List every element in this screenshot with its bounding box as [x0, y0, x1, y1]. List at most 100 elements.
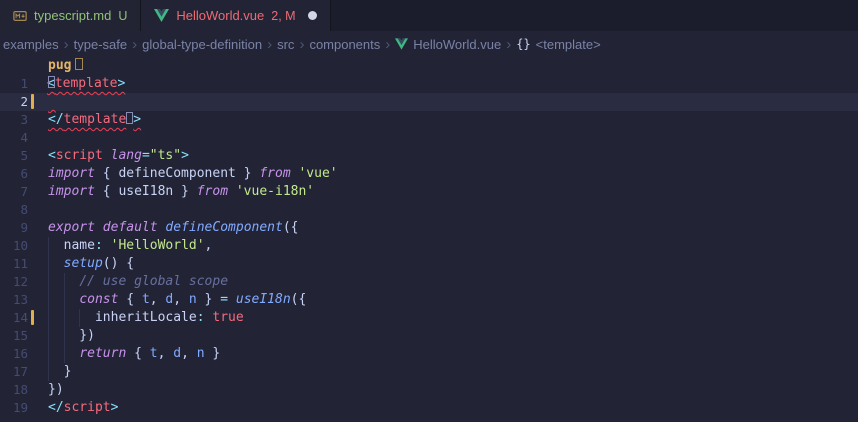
code-line-content[interactable]: const { t, d, n } = useI18n({	[46, 291, 858, 309]
code-line-content[interactable]	[46, 129, 858, 147]
unsaved-dot-icon[interactable]	[308, 11, 317, 20]
code-area[interactable]: pug 1 <template> 2 3</template> 45 <script la…	[0, 57, 858, 422]
gutter[interactable]: 11	[0, 255, 46, 273]
gutter[interactable]: 3	[0, 111, 46, 129]
gutter[interactable]: 8	[0, 201, 46, 219]
line-number: 1	[20, 75, 28, 93]
gutter	[0, 57, 46, 75]
code-line-content[interactable]: import { useI18n } from 'vue-i18n'	[46, 183, 858, 201]
tab-helloworld-vue[interactable]: HelloWorld.vue 2, M	[141, 0, 330, 31]
gutter[interactable]: 17	[0, 363, 46, 381]
code-line-content[interactable]: export default defineComponent({	[46, 219, 858, 237]
indent-guide	[64, 273, 65, 363]
chevron-right-icon: ›	[267, 37, 272, 52]
tab-label: HelloWorld.vue	[176, 8, 264, 23]
gutter[interactable]: 19	[0, 399, 46, 417]
breadcrumb-item-examples[interactable]: examples	[3, 37, 59, 52]
markdown-icon	[13, 9, 27, 23]
line-number: 8	[20, 201, 28, 219]
code-line-12: 12 // use global scope	[0, 273, 858, 291]
gutter[interactable]: 2	[0, 93, 46, 111]
code-token: name	[48, 238, 95, 253]
code-token: script	[64, 400, 111, 415]
code-line-content[interactable]: setup() {	[46, 255, 858, 273]
code-token: }	[197, 292, 220, 307]
problems-modified-badge: 2, M	[271, 9, 295, 23]
breadcrumb-item-global-type-definition[interactable]: global-type-definition	[142, 37, 262, 52]
code-token: n	[197, 346, 205, 361]
code-line-1: 1 <template>	[0, 75, 858, 93]
code-token: inheritLocale	[48, 310, 197, 325]
gutter[interactable]: 14	[0, 309, 46, 327]
gutter[interactable]: 15	[0, 327, 46, 345]
gutter[interactable]: 12	[0, 273, 46, 291]
vue-icon	[395, 38, 408, 50]
code-line-8: 8	[0, 201, 858, 219]
code-token: ,	[181, 346, 197, 361]
gutter[interactable]: 7	[0, 183, 46, 201]
code-line-content[interactable]	[46, 93, 858, 111]
code-line-content[interactable]: import { defineComponent } from 'vue'	[46, 165, 858, 183]
line-number: 10	[13, 237, 28, 255]
gutter[interactable]: 18	[0, 381, 46, 399]
code-line-4: 4	[0, 129, 858, 147]
code-token: defineComponent	[165, 220, 282, 235]
code-line-content[interactable]: </script>	[46, 399, 858, 417]
gutter[interactable]: 4	[0, 129, 46, 147]
code-token: ,	[158, 346, 174, 361]
gutter[interactable]: 10	[0, 237, 46, 255]
gutter[interactable]: 9	[0, 219, 46, 237]
code-line-content[interactable]: name: 'HelloWorld',	[46, 237, 858, 255]
modified-line-marker	[31, 310, 34, 325]
breadcrumb-item-type-safe[interactable]: type-safe	[74, 37, 127, 52]
line-number: 2	[20, 93, 28, 111]
code-line-content[interactable]: })	[46, 381, 858, 399]
line-number: 5	[20, 147, 28, 165]
code-line-content[interactable]: // use global scope	[46, 273, 858, 291]
breadcrumb-label: global-type-definition	[142, 37, 262, 52]
code-line-15: 15 })	[0, 327, 858, 345]
gutter[interactable]: 6	[0, 165, 46, 183]
code-line-content[interactable]: inheritLocale: true	[46, 309, 858, 327]
code-line-content[interactable]: <script lang="ts">	[46, 147, 858, 165]
line-number: 12	[13, 273, 28, 291]
breadcrumb-item-src[interactable]: src	[277, 37, 294, 52]
code-line-14: 14 inheritLocale: true	[0, 309, 858, 327]
line-number: 11	[13, 255, 28, 273]
breadcrumb-item-helloworld-vue[interactable]: HelloWorld.vue	[395, 37, 501, 52]
code-token: :	[197, 310, 205, 325]
line-number: 13	[13, 291, 28, 309]
line-number: 17	[13, 363, 28, 381]
code-line-content[interactable]: pug	[46, 57, 858, 75]
gutter[interactable]: 5	[0, 147, 46, 165]
tab-typescript-md[interactable]: typescript.md U	[0, 0, 141, 31]
line-number: 14	[13, 309, 28, 327]
line-number: 16	[13, 345, 28, 363]
code-token: t	[150, 346, 158, 361]
gutter[interactable]: 16	[0, 345, 46, 363]
code-token: true	[212, 310, 243, 325]
code-token: ,	[205, 238, 213, 253]
breadcrumb-item-template[interactable]: {}<template>	[516, 37, 601, 52]
code-line-11: 11 setup() {	[0, 255, 858, 273]
gutter[interactable]: 1	[0, 75, 46, 93]
code-line-content[interactable]: return { t, d, n }	[46, 345, 858, 363]
line-number: 4	[20, 129, 28, 147]
code-token: const	[79, 292, 118, 307]
code-token	[95, 220, 103, 235]
code-line-7: 7import { useI18n } from 'vue-i18n'	[0, 183, 858, 201]
code-line-content[interactable]: <template>	[46, 75, 858, 93]
code-line-content[interactable]	[46, 201, 858, 219]
code-line-13: 13 const { t, d, n } = useI18n({	[0, 291, 858, 309]
breadcrumb-item-components[interactable]: components	[309, 37, 380, 52]
code-token: // use global scope	[79, 274, 228, 289]
code-line-6: 6import { defineComponent } from 'vue'	[0, 165, 858, 183]
code-token: =	[220, 292, 228, 307]
chevron-right-icon: ›	[132, 37, 137, 52]
code-line-content[interactable]: })	[46, 327, 858, 345]
gutter[interactable]: 13	[0, 291, 46, 309]
code-line-content[interactable]: </template>	[46, 111, 858, 129]
code-token: >	[133, 112, 141, 127]
code-line-content[interactable]: }	[46, 363, 858, 381]
code-line-17: 17 }	[0, 363, 858, 381]
